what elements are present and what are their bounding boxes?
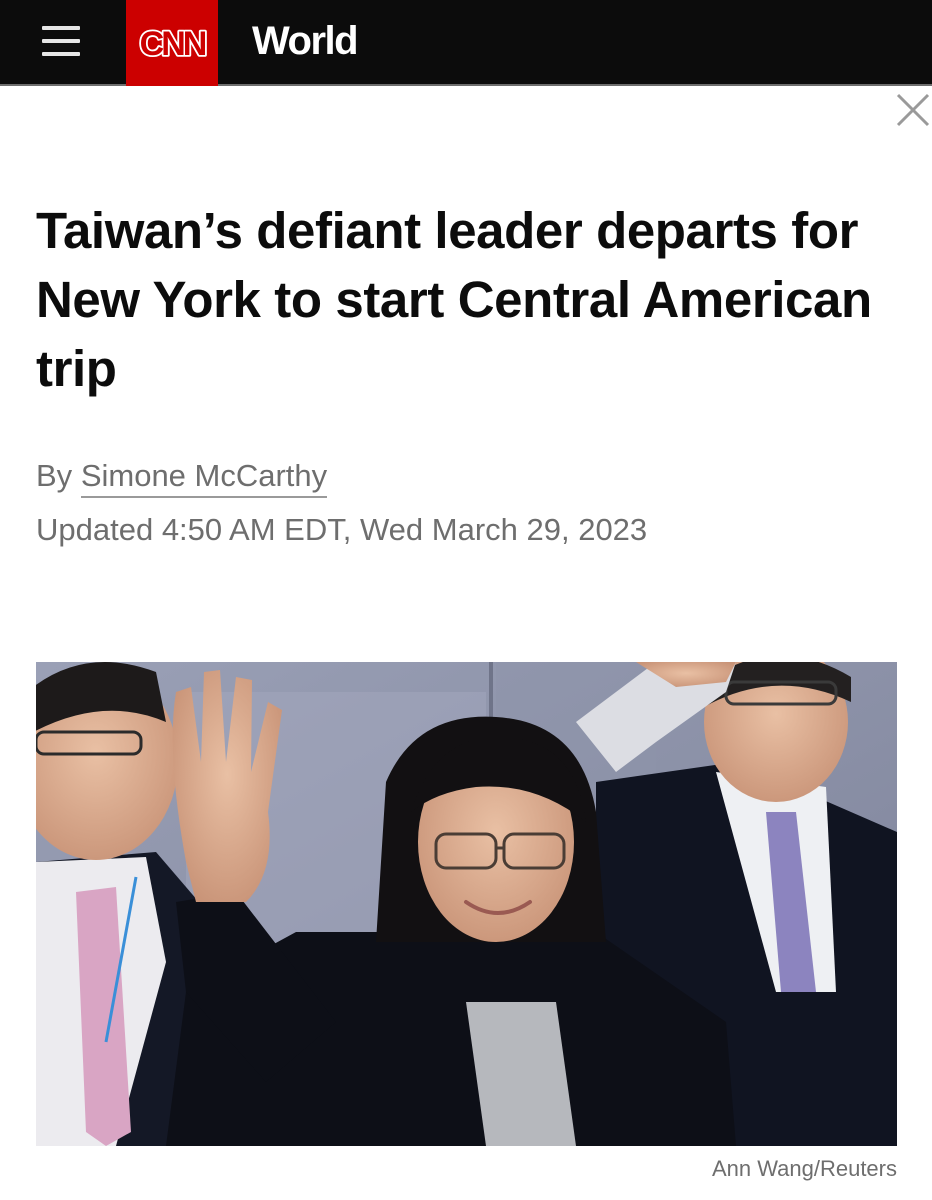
byline-prefix: By	[36, 458, 73, 493]
hamburger-menu-icon[interactable]	[38, 14, 88, 68]
menu-line	[42, 39, 80, 43]
article-headline: Taiwan’s defiant leader departs for New …	[36, 202, 872, 397]
svg-text:CNN: CNN	[140, 25, 206, 63]
cnn-logo[interactable]: CNN	[126, 0, 218, 86]
author-link[interactable]: Simone McCarthy	[80, 458, 328, 498]
menu-line	[42, 52, 80, 56]
cnn-logo-mark: CNN	[138, 23, 211, 65]
menu-line	[42, 26, 80, 30]
lead-photo[interactable]	[36, 662, 897, 1146]
photo-credit: Ann Wang/Reuters	[711, 1156, 897, 1181]
section-title[interactable]: World	[252, 18, 359, 64]
updated-timestamp: Updated 4:50 AM EDT, Wed March 29, 2023	[36, 512, 648, 547]
close-icon[interactable]	[890, 88, 932, 130]
top-navigation-bar: CNN World	[0, 0, 932, 86]
byline: By Simone McCarthy	[36, 456, 328, 498]
lead-photo-illustration	[36, 662, 897, 1146]
